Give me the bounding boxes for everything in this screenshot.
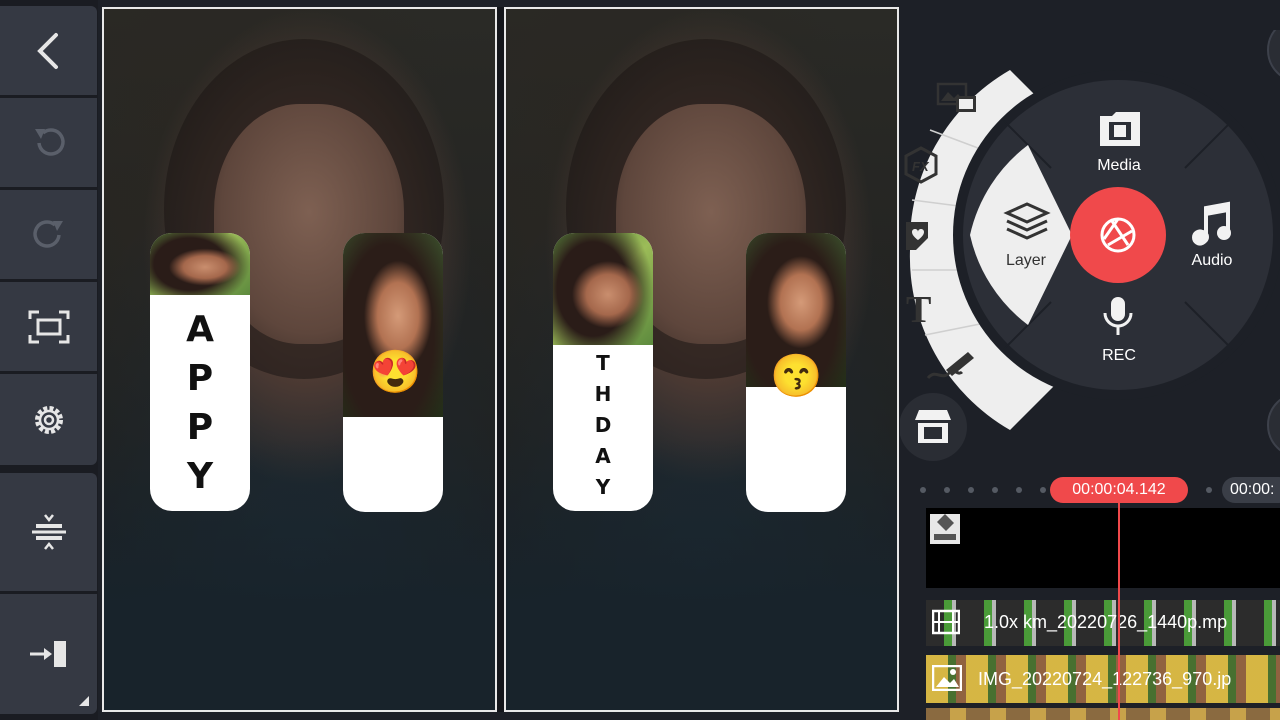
timeline-tick <box>968 487 974 493</box>
edge-button-top[interactable] <box>1267 30 1280 82</box>
settings-button[interactable] <box>0 374 97 465</box>
rec-label[interactable]: REC <box>1102 347 1136 364</box>
timeline-tick <box>992 487 998 493</box>
split-icon <box>31 514 66 550</box>
letter: A <box>186 309 214 350</box>
letter: Y <box>595 475 611 499</box>
export-button[interactable] <box>0 594 97 714</box>
emoji-card-right: 😙 <box>746 233 846 512</box>
text-layer-icon[interactable]: T <box>906 289 931 331</box>
card-letters: A P P Y <box>150 305 250 501</box>
main-menu: FX T Media Layer Audio REC <box>900 30 1280 461</box>
letter: A <box>595 444 611 468</box>
card-letters: T H D A Y <box>553 348 653 503</box>
left-toolbar <box>0 0 98 720</box>
image-clip-label: IMG_20220724_122736_970.jp <box>978 669 1232 689</box>
heart-eyes-emoji: 😍 <box>369 348 422 395</box>
preview-pane-left: A P P Y 😍 <box>102 7 497 712</box>
playhead[interactable] <box>1118 500 1120 720</box>
background-track[interactable] <box>926 508 1280 588</box>
export-icon <box>29 641 66 667</box>
preview-pane-right: T H D A Y 😙 <box>504 7 899 712</box>
split-button[interactable] <box>0 473 97 591</box>
edge-button-bottom[interactable] <box>1267 393 1280 457</box>
audio-label[interactable]: Audio <box>1192 252 1233 269</box>
letter: P <box>186 358 214 399</box>
media-label[interactable]: Media <box>1097 157 1141 174</box>
letter-card-left: A P P Y <box>150 233 250 511</box>
svg-text:FX: FX <box>912 159 930 174</box>
card-photo <box>150 233 250 295</box>
media-icon <box>1100 112 1140 146</box>
redo-button[interactable] <box>0 190 97 279</box>
undo-icon <box>34 127 65 156</box>
back-icon <box>36 32 58 69</box>
image-clip-track[interactable]: IMG_20220724_122736_970.jp <box>926 655 1280 703</box>
next-time-chip: 00:00: <box>1222 477 1280 503</box>
store-icon <box>915 410 951 443</box>
current-time: 00:00:04.142 <box>1072 481 1166 498</box>
letter: H <box>594 382 612 406</box>
corner-indicator-icon <box>79 696 89 706</box>
card-photo <box>553 233 653 345</box>
redo-icon <box>32 219 63 248</box>
timeline-tick <box>920 487 926 493</box>
extra-track <box>926 708 1280 720</box>
undo-button[interactable] <box>0 98 97 187</box>
next-time: 00:00: <box>1230 481 1275 498</box>
background-color-icon <box>930 514 960 544</box>
fit-screen-icon <box>28 310 69 343</box>
letter: P <box>186 407 214 448</box>
letter-card-right: T H D A Y <box>553 233 653 511</box>
letter: D <box>594 413 612 437</box>
video-clip-track[interactable]: 1.0x km_20220726_1440p.mp <box>926 600 1280 646</box>
emoji-card-left: 😍 <box>343 233 443 512</box>
back-button[interactable] <box>0 6 97 95</box>
film-icon <box>931 608 961 641</box>
timeline-tick <box>1016 487 1022 493</box>
capture-button[interactable] <box>1070 187 1166 283</box>
fit-screen-button[interactable] <box>0 282 97 371</box>
video-preview[interactable]: A P P Y 😍 T H D A Y 😙 <box>102 7 899 712</box>
image-layer-icon[interactable] <box>936 82 976 112</box>
letter: T <box>596 351 610 375</box>
image-icon <box>931 664 963 696</box>
timeline-tick <box>1040 487 1046 493</box>
settings-icon <box>34 405 63 434</box>
kissing-emoji: 😙 <box>770 352 823 399</box>
timeline-tick <box>944 487 950 493</box>
timeline-tick <box>1206 487 1212 493</box>
video-clip-label: 1.0x km_20220726_1440p.mp <box>984 612 1228 632</box>
layer-label[interactable]: Layer <box>1006 252 1047 269</box>
letter: Y <box>186 456 214 497</box>
